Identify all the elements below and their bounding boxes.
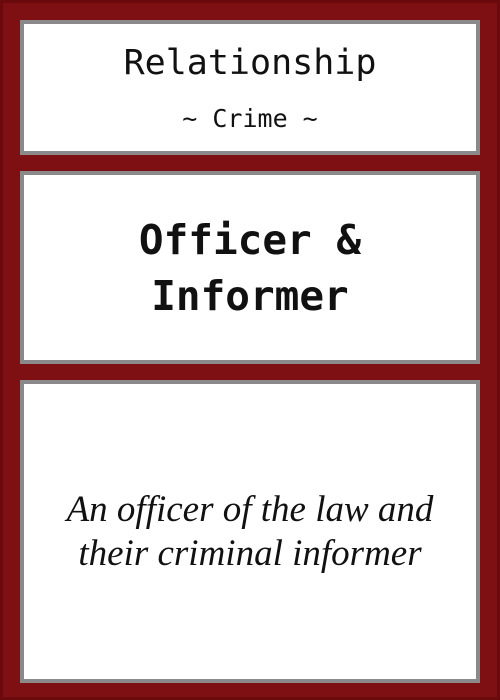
relationship-card: Relationship ~ Crime ~ Officer & Informe… [0,0,500,700]
card-name-line-2: Informer [151,271,349,320]
card-header-panel: Relationship ~ Crime ~ [20,20,480,155]
card-description-line-1: An officer of the law and [66,488,434,530]
card-title-panel: Officer & Informer [20,171,480,364]
card-subcategory: ~ Crime ~ [182,104,318,133]
card-description-line-2: their criminal informer [78,532,422,574]
card-name-line-1: Officer & [138,215,362,264]
card-description-panel: An officer of the law and their criminal… [20,380,480,683]
card-category: Relationship [123,43,377,83]
